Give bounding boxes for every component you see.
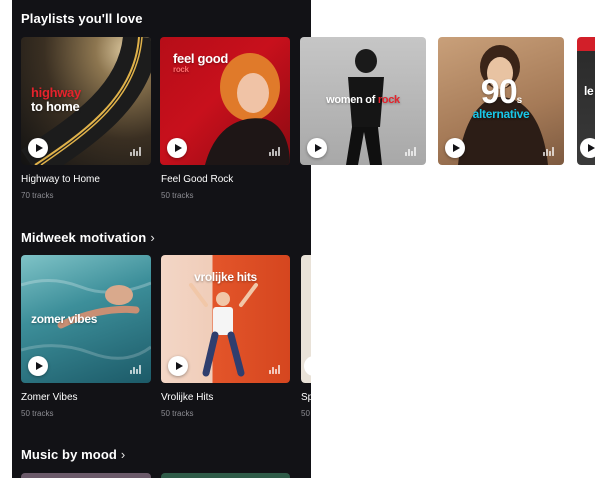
cover-title-line1: 90s [480, 73, 522, 111]
equalizer-icon [130, 365, 141, 374]
cover-title: vrolijke hits [194, 270, 257, 284]
section-title-playlists-youll-love[interactable]: Playlists you'll love [21, 11, 143, 26]
cover-title-line1: highway [31, 85, 81, 100]
section-title-music-by-mood[interactable]: Music by mood › [21, 447, 125, 462]
card-title[interactable]: Highway to Home [21, 174, 100, 185]
card-track-count: 50 tracks [161, 191, 194, 200]
card-title[interactable]: Sp [301, 392, 311, 403]
chevron-right-icon: › [120, 447, 126, 462]
playlist-card-highway-to-home[interactable]: highway to home [21, 37, 151, 165]
play-button[interactable] [304, 356, 311, 376]
card-track-count: 70 tracks [21, 191, 54, 200]
card-track-count: 50 tracks [21, 409, 54, 418]
cover-title-line1: women of [326, 94, 376, 106]
cover-title-line2: rock [377, 94, 400, 106]
chevron-right-icon: › [150, 230, 155, 245]
play-button[interactable] [445, 138, 465, 158]
card-title[interactable]: Vrolijke Hits [161, 392, 213, 403]
cover-title-line2: alternative [472, 106, 530, 121]
play-button[interactable] [28, 138, 48, 158]
equalizer-icon [130, 147, 141, 156]
playlist-card-vrolijke-hits[interactable]: vrolijke hits [161, 255, 290, 383]
playlist-card-partial[interactable]: le [577, 37, 595, 165]
app-page: Playlists you'll love highway to home Hi… [0, 0, 595, 478]
cover-title-line1: le [584, 84, 594, 98]
playlist-card-90s-alternative[interactable]: 90s alternative [438, 37, 564, 165]
play-button[interactable] [28, 356, 48, 376]
play-button[interactable] [580, 138, 595, 158]
cover-title: zomer vibes [31, 312, 98, 326]
cover-title-line2: to home [31, 98, 80, 114]
play-button[interactable] [307, 138, 327, 158]
equalizer-icon [269, 147, 280, 156]
section-title-text: Playlists you'll love [21, 11, 143, 26]
equalizer-icon [269, 365, 280, 374]
card-track-count: 50 tracks [161, 409, 194, 418]
playlist-card-women-of-rock[interactable]: women of rock [300, 37, 426, 165]
playlist-card-feel-good-rock[interactable]: feel good rock [160, 37, 290, 165]
section-title-text: Midweek motivation [21, 230, 147, 245]
cover-title: women of rock [300, 94, 426, 107]
playlist-card-zomer-vibes[interactable]: zomer vibes [21, 255, 151, 383]
play-icon [588, 144, 595, 152]
section-title-text: Music by mood [21, 447, 117, 462]
card-track-count: 50 [301, 409, 310, 418]
mood-card-partial[interactable] [161, 473, 290, 478]
card-title[interactable]: Feel Good Rock [161, 174, 233, 185]
cover-title: highway to home [31, 86, 151, 113]
play-button[interactable] [167, 138, 187, 158]
cover-title: 90s alternative [438, 73, 564, 121]
card-title[interactable]: Zomer Vibes [21, 392, 78, 403]
playlist-card-partial[interactable] [301, 255, 311, 383]
cover-title-line2: rock [173, 64, 189, 74]
cover-title-line1: feel good [173, 51, 229, 66]
mood-card-partial[interactable] [21, 473, 151, 478]
equalizer-icon [543, 147, 554, 156]
equalizer-icon [405, 147, 416, 156]
section-title-midweek-motivation[interactable]: Midweek motivation › [21, 230, 155, 245]
cover-title: feel good rock [173, 52, 290, 74]
play-button[interactable] [168, 356, 188, 376]
